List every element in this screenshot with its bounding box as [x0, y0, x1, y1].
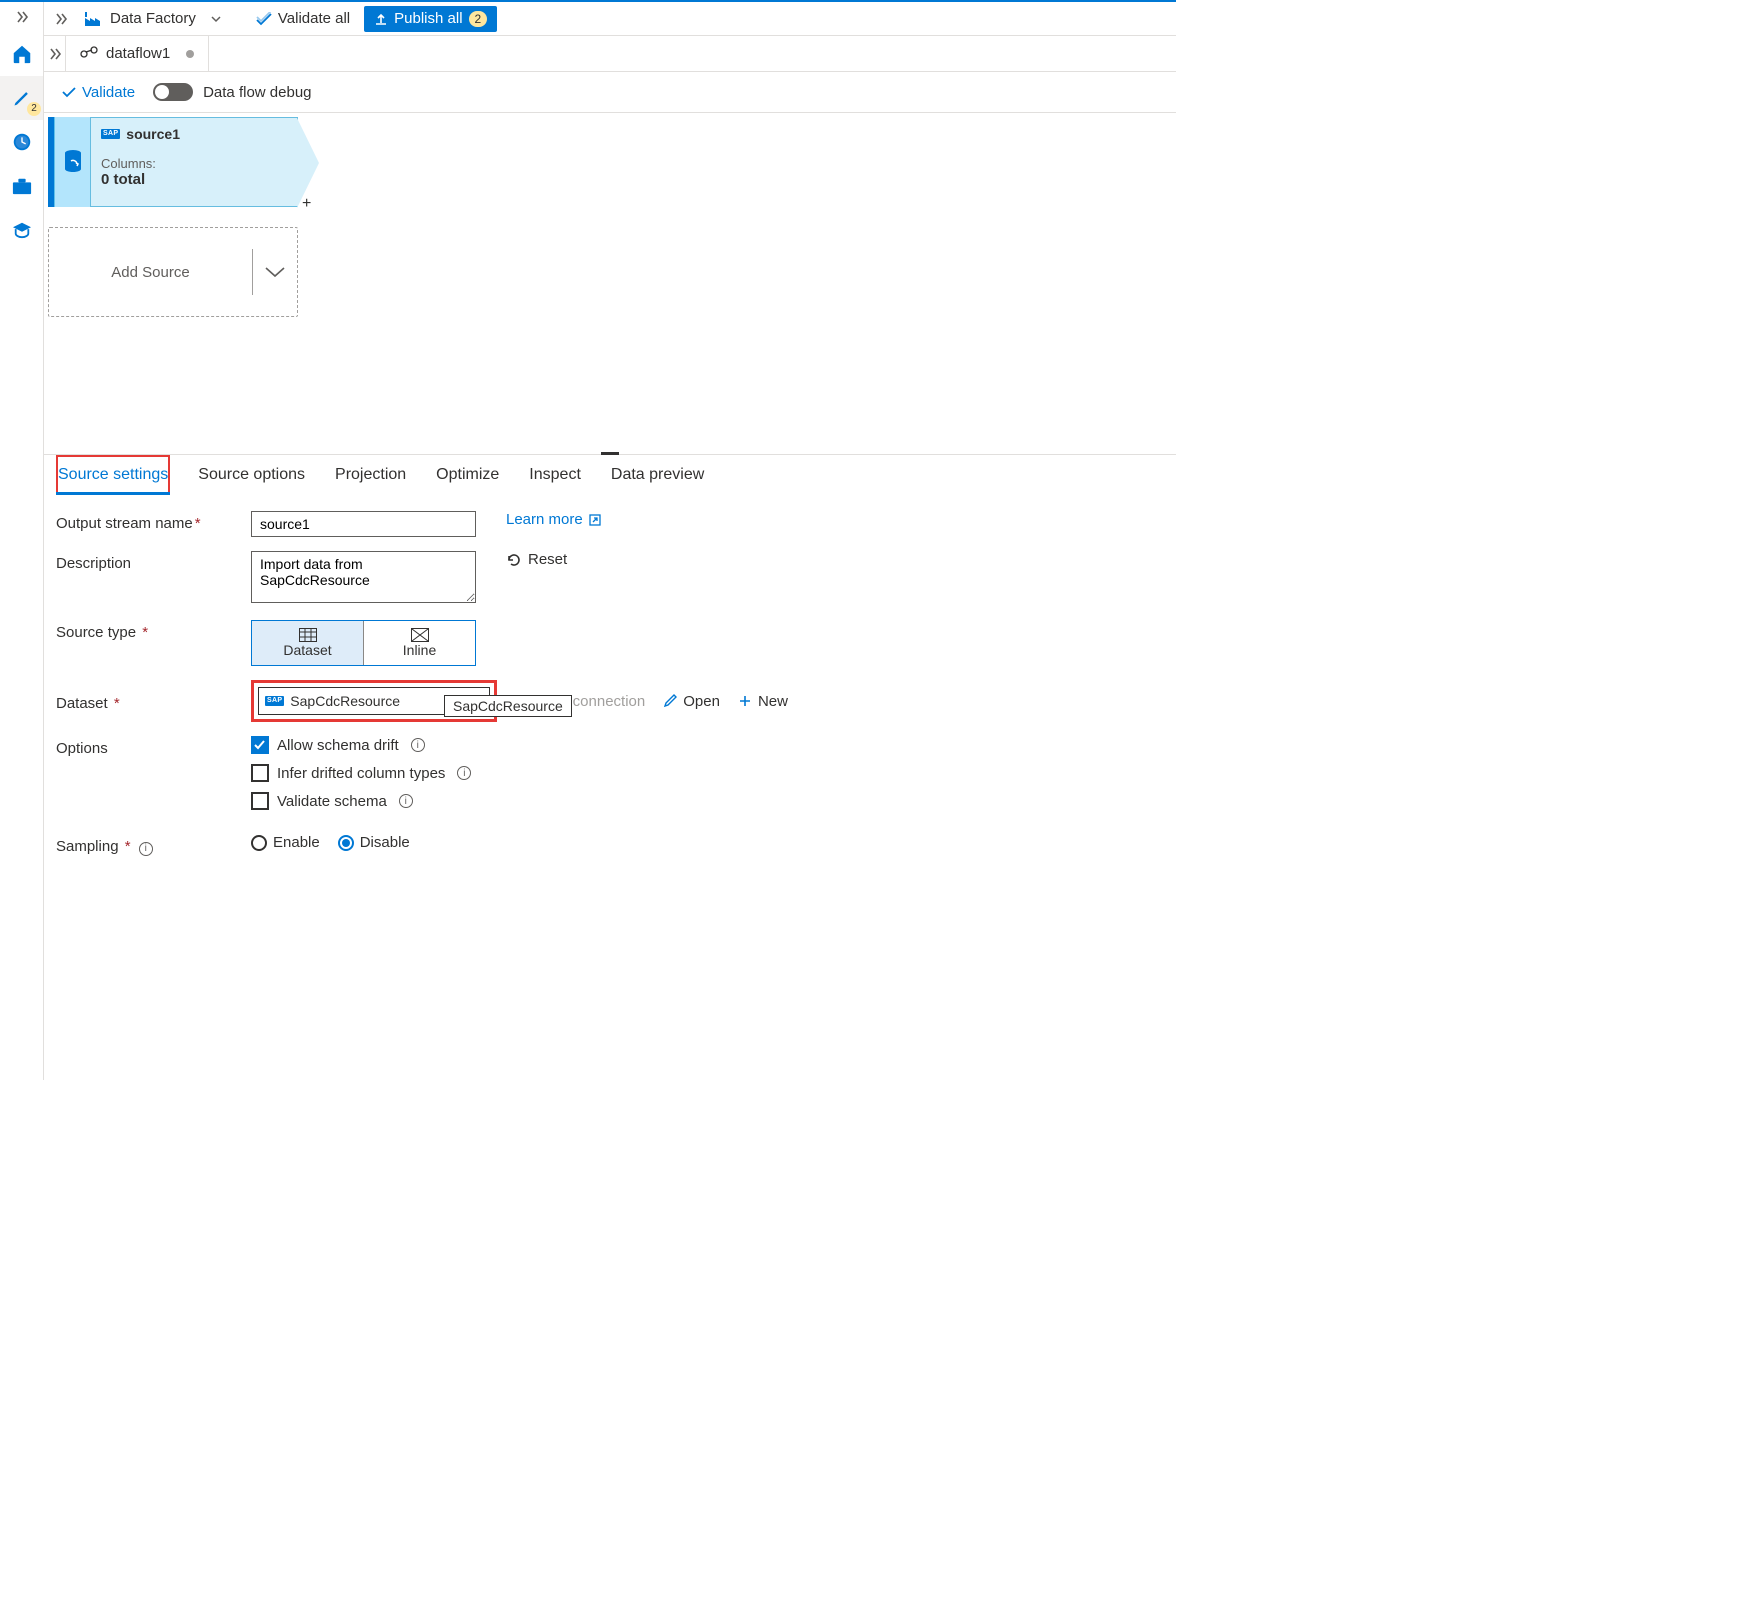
nav-learn-icon[interactable]: [0, 208, 43, 252]
new-dataset-button[interactable]: New: [738, 693, 788, 710]
service-switcher[interactable]: Data Factory: [84, 10, 222, 27]
validate-button[interactable]: Validate: [62, 84, 135, 101]
inline-icon: [411, 628, 429, 642]
service-name: Data Factory: [110, 10, 196, 27]
grid-icon: [299, 628, 317, 642]
dirty-indicator-icon: [186, 50, 194, 58]
reset-button[interactable]: Reset: [506, 551, 567, 568]
nav-home-icon[interactable]: [0, 32, 43, 76]
options-label: Options: [56, 740, 108, 757]
plus-icon: [738, 694, 752, 708]
learn-more-link[interactable]: Learn more: [506, 511, 601, 528]
external-link-icon: [589, 514, 601, 526]
dataset-value: SapCdcResource: [290, 693, 400, 709]
expand-rail-icon[interactable]: [0, 2, 43, 32]
source-type-dataset[interactable]: Dataset: [252, 621, 363, 665]
tab-data-preview[interactable]: Data preview: [609, 455, 706, 495]
tab-projection[interactable]: Projection: [333, 455, 408, 495]
source-node[interactable]: SAP source1 Columns: 0 total: [48, 117, 298, 207]
properties-panel: Output stream name* Learn more Descripti…: [44, 495, 1176, 882]
source-type-label: Source type: [56, 624, 136, 641]
output-stream-name-input[interactable]: [251, 511, 476, 537]
database-icon: [63, 149, 83, 175]
chevron-down-icon[interactable]: [253, 265, 297, 279]
sampling-disable-radio[interactable]: Disable: [338, 834, 410, 851]
dataset-tooltip: SapCdcResource: [444, 695, 572, 717]
add-step-button[interactable]: +: [302, 195, 311, 213]
pencil-icon: [663, 694, 677, 708]
sap-icon: SAP: [265, 696, 284, 706]
left-nav-rail: 2: [0, 2, 44, 1080]
output-stream-name-label: Output stream name: [56, 515, 193, 532]
debug-label: Data flow debug: [203, 84, 311, 101]
chevron-down-icon: [210, 13, 222, 25]
debug-toggle[interactable]: [153, 83, 193, 101]
reset-icon: [506, 552, 522, 568]
tab-inspect[interactable]: Inspect: [527, 455, 583, 495]
upload-icon: [374, 12, 388, 26]
top-toolbar: Data Factory Validate all Publish all 2: [44, 2, 1176, 36]
description-label: Description: [56, 555, 131, 572]
canvas-actions: Validate Data flow debug: [44, 72, 1176, 112]
allow-schema-drift-checkbox[interactable]: Allow schema drift i: [251, 736, 471, 754]
tab-source-options[interactable]: Source options: [196, 455, 307, 495]
collapse-tabs-icon[interactable]: [44, 36, 66, 71]
info-icon[interactable]: i: [411, 738, 425, 752]
info-icon[interactable]: i: [399, 794, 413, 808]
info-icon[interactable]: i: [139, 842, 153, 856]
source-type-inline[interactable]: Inline: [363, 621, 475, 665]
validate-all-button[interactable]: Validate all: [256, 10, 350, 27]
validate-schema-checkbox[interactable]: Validate schema i: [251, 792, 471, 810]
publish-all-label: Publish all: [394, 10, 462, 27]
check-icon: [256, 12, 272, 26]
nav-author-icon[interactable]: 2: [0, 76, 43, 120]
description-input[interactable]: [251, 551, 476, 603]
tab-dataflow1[interactable]: dataflow1: [66, 36, 209, 71]
dataflow-icon: [80, 46, 98, 62]
editor-tabs: dataflow1: [44, 36, 1176, 72]
source-type-segmented: Dataset Inline: [251, 620, 476, 666]
sap-icon: SAP: [101, 129, 120, 139]
sampling-enable-radio[interactable]: Enable: [251, 834, 320, 851]
nav-manage-icon[interactable]: [0, 164, 43, 208]
open-dataset-button[interactable]: Open: [663, 693, 720, 710]
factory-icon: [84, 11, 102, 27]
add-source-button[interactable]: Add Source: [48, 227, 298, 317]
dataflow-canvas[interactable]: SAP source1 Columns: 0 total + Add Source: [44, 112, 1176, 454]
tab-optimize[interactable]: Optimize: [434, 455, 501, 495]
validate-all-label: Validate all: [278, 10, 350, 27]
columns-label: Columns:: [101, 156, 275, 171]
tab-source-settings[interactable]: Source settings: [56, 455, 170, 495]
info-icon[interactable]: i: [457, 766, 471, 780]
collapse-toolbar-icon[interactable]: [52, 2, 70, 36]
sampling-label: Sampling: [56, 838, 119, 855]
dataset-label: Dataset: [56, 695, 108, 712]
validate-label: Validate: [82, 84, 135, 101]
publish-all-button[interactable]: Publish all 2: [364, 6, 497, 32]
add-source-label: Add Source: [49, 264, 252, 281]
columns-count: 0 total: [101, 171, 275, 188]
nav-monitor-icon[interactable]: [0, 120, 43, 164]
check-icon: [62, 86, 76, 98]
properties-tabs: Source settings Source options Projectio…: [44, 454, 1176, 495]
source-node-name: source1: [126, 126, 180, 142]
tab-label: dataflow1: [106, 45, 170, 62]
publish-count-badge: 2: [469, 11, 488, 27]
infer-drifted-checkbox[interactable]: Infer drifted column types i: [251, 764, 471, 782]
author-badge: 2: [27, 102, 41, 116]
